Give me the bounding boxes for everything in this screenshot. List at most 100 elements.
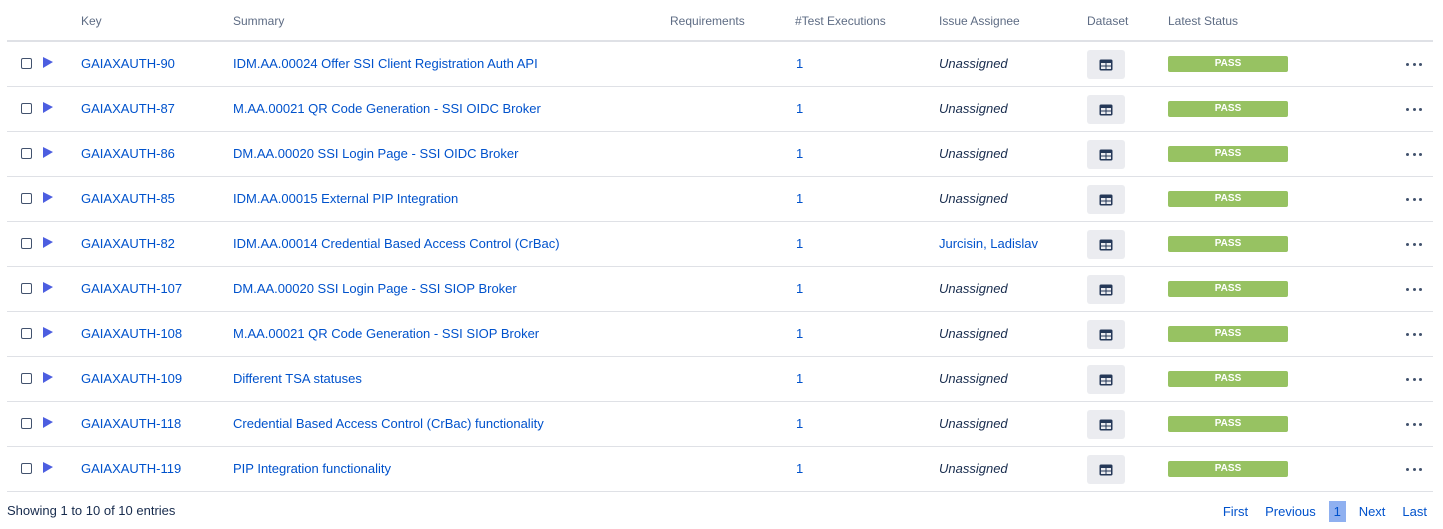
play-icon[interactable] bbox=[42, 102, 54, 114]
row-select-checkbox[interactable] bbox=[21, 103, 32, 114]
issue-summary-link[interactable]: M.AA.00021 QR Code Generation - SSI SIOP… bbox=[233, 326, 539, 341]
issue-key-link[interactable]: GAIAXAUTH-87 bbox=[81, 101, 175, 116]
more-actions-icon[interactable] bbox=[1406, 333, 1422, 337]
pagination-next[interactable]: Next bbox=[1359, 504, 1386, 519]
dataset-button[interactable] bbox=[1087, 455, 1125, 484]
table-row: GAIAXAUTH-109 Different TSA statuses 1 U… bbox=[7, 357, 1433, 402]
play-icon[interactable] bbox=[42, 192, 54, 204]
issue-assignee: Unassigned bbox=[939, 191, 1008, 206]
dataset-button[interactable] bbox=[1087, 410, 1125, 439]
pagination-previous[interactable]: Previous bbox=[1265, 504, 1316, 519]
more-actions-icon[interactable] bbox=[1406, 108, 1422, 112]
pagination: First Previous 1 Next Last bbox=[1223, 501, 1427, 522]
play-icon[interactable] bbox=[42, 417, 54, 429]
pagination-first[interactable]: First bbox=[1223, 504, 1248, 519]
issue-key-link[interactable]: GAIAXAUTH-85 bbox=[81, 191, 175, 206]
issue-summary-link[interactable]: DM.AA.00020 SSI Login Page - SSI SIOP Br… bbox=[233, 281, 517, 296]
dataset-button[interactable] bbox=[1087, 320, 1125, 349]
play-icon[interactable] bbox=[42, 327, 54, 339]
play-icon[interactable] bbox=[42, 372, 54, 384]
row-select-checkbox[interactable] bbox=[21, 463, 32, 474]
table-body: GAIAXAUTH-90 IDM.AA.00024 Offer SSI Clie… bbox=[7, 42, 1433, 492]
row-select-checkbox[interactable] bbox=[21, 373, 32, 384]
column-header-key[interactable]: Key bbox=[81, 14, 102, 28]
test-executions-link[interactable]: 1 bbox=[796, 461, 803, 476]
row-select-checkbox[interactable] bbox=[21, 148, 32, 159]
dataset-button[interactable] bbox=[1087, 275, 1125, 304]
table-row: GAIAXAUTH-87 M.AA.00021 QR Code Generati… bbox=[7, 87, 1433, 132]
play-icon[interactable] bbox=[42, 57, 54, 69]
dataset-button[interactable] bbox=[1087, 230, 1125, 259]
column-header-requirements[interactable]: Requirements bbox=[670, 14, 745, 28]
issue-key-link[interactable]: GAIAXAUTH-107 bbox=[81, 281, 182, 296]
column-header-summary[interactable]: Summary bbox=[233, 14, 284, 28]
issue-summary-link[interactable]: DM.AA.00020 SSI Login Page - SSI OIDC Br… bbox=[233, 146, 518, 161]
test-executions-link[interactable]: 1 bbox=[796, 101, 803, 116]
row-select-checkbox[interactable] bbox=[21, 328, 32, 339]
test-executions-link[interactable]: 1 bbox=[796, 56, 803, 71]
dataset-table-icon bbox=[1099, 284, 1113, 295]
issue-summary-link[interactable]: Different TSA statuses bbox=[233, 371, 362, 386]
column-header-dataset[interactable]: Dataset bbox=[1087, 14, 1128, 28]
test-executions-link[interactable]: 1 bbox=[796, 281, 803, 296]
row-select-checkbox[interactable] bbox=[21, 58, 32, 69]
test-executions-link[interactable]: 1 bbox=[796, 236, 803, 251]
issue-assignee: Unassigned bbox=[939, 461, 1008, 476]
issue-summary-link[interactable]: Credential Based Access Control (CrBac) … bbox=[233, 416, 544, 431]
status-badge: PASS bbox=[1168, 56, 1288, 72]
more-actions-icon[interactable] bbox=[1406, 153, 1422, 157]
row-select-checkbox[interactable] bbox=[21, 418, 32, 429]
issue-assignee: Unassigned bbox=[939, 56, 1008, 71]
status-badge: PASS bbox=[1168, 101, 1288, 117]
test-executions-link[interactable]: 1 bbox=[796, 326, 803, 341]
test-executions-link[interactable]: 1 bbox=[796, 371, 803, 386]
issue-assignee: Unassigned bbox=[939, 416, 1008, 431]
table-row: GAIAXAUTH-119 PIP Integration functional… bbox=[7, 447, 1433, 492]
row-select-checkbox[interactable] bbox=[21, 193, 32, 204]
play-icon[interactable] bbox=[42, 462, 54, 474]
test-executions-link[interactable]: 1 bbox=[796, 191, 803, 206]
issue-summary-link[interactable]: PIP Integration functionality bbox=[233, 461, 391, 476]
dataset-button[interactable] bbox=[1087, 140, 1125, 169]
issue-key-link[interactable]: GAIAXAUTH-109 bbox=[81, 371, 182, 386]
dataset-button[interactable] bbox=[1087, 50, 1125, 79]
issue-key-link[interactable]: GAIAXAUTH-119 bbox=[81, 461, 181, 476]
more-actions-icon[interactable] bbox=[1406, 468, 1422, 472]
issue-key-link[interactable]: GAIAXAUTH-108 bbox=[81, 326, 182, 341]
issue-summary-link[interactable]: IDM.AA.00024 Offer SSI Client Registrati… bbox=[233, 56, 538, 71]
column-header-latest-status[interactable]: Latest Status bbox=[1168, 14, 1238, 28]
status-badge: PASS bbox=[1168, 326, 1288, 342]
issue-summary-link[interactable]: IDM.AA.00014 Credential Based Access Con… bbox=[233, 236, 560, 251]
more-actions-icon[interactable] bbox=[1406, 63, 1422, 67]
column-header-test-executions[interactable]: #Test Executions bbox=[795, 14, 886, 28]
pagination-last[interactable]: Last bbox=[1402, 504, 1427, 519]
dataset-button[interactable] bbox=[1087, 185, 1125, 214]
issue-key-link[interactable]: GAIAXAUTH-90 bbox=[81, 56, 175, 71]
issue-assignee[interactable]: Jurcisin, Ladislav bbox=[939, 222, 1038, 266]
more-actions-icon[interactable] bbox=[1406, 198, 1422, 202]
issue-summary-link[interactable]: IDM.AA.00015 External PIP Integration bbox=[233, 191, 458, 206]
row-select-checkbox[interactable] bbox=[21, 283, 32, 294]
play-icon[interactable] bbox=[42, 282, 54, 294]
more-actions-icon[interactable] bbox=[1406, 378, 1422, 382]
row-select-checkbox[interactable] bbox=[21, 238, 32, 249]
more-actions-icon[interactable] bbox=[1406, 423, 1422, 427]
dataset-button[interactable] bbox=[1087, 365, 1125, 394]
issue-summary-link[interactable]: M.AA.00021 QR Code Generation - SSI OIDC… bbox=[233, 101, 541, 116]
play-icon[interactable] bbox=[42, 237, 54, 249]
test-executions-link[interactable]: 1 bbox=[796, 416, 803, 431]
issue-key-link[interactable]: GAIAXAUTH-82 bbox=[81, 236, 175, 251]
test-executions-link[interactable]: 1 bbox=[796, 146, 803, 161]
play-icon[interactable] bbox=[42, 147, 54, 159]
issue-key-link[interactable]: GAIAXAUTH-118 bbox=[81, 416, 181, 431]
more-actions-icon[interactable] bbox=[1406, 288, 1422, 292]
status-badge: PASS bbox=[1168, 236, 1288, 252]
more-actions-icon[interactable] bbox=[1406, 243, 1422, 247]
dataset-button[interactable] bbox=[1087, 95, 1125, 124]
pagination-current-page[interactable]: 1 bbox=[1328, 501, 1346, 522]
column-header-issue-assignee[interactable]: Issue Assignee bbox=[939, 14, 1020, 28]
entries-info: Showing 1 to 10 of 10 entries bbox=[7, 503, 176, 518]
dataset-table-icon bbox=[1099, 374, 1113, 385]
dataset-table-icon bbox=[1099, 194, 1113, 205]
issue-key-link[interactable]: GAIAXAUTH-86 bbox=[81, 146, 175, 161]
